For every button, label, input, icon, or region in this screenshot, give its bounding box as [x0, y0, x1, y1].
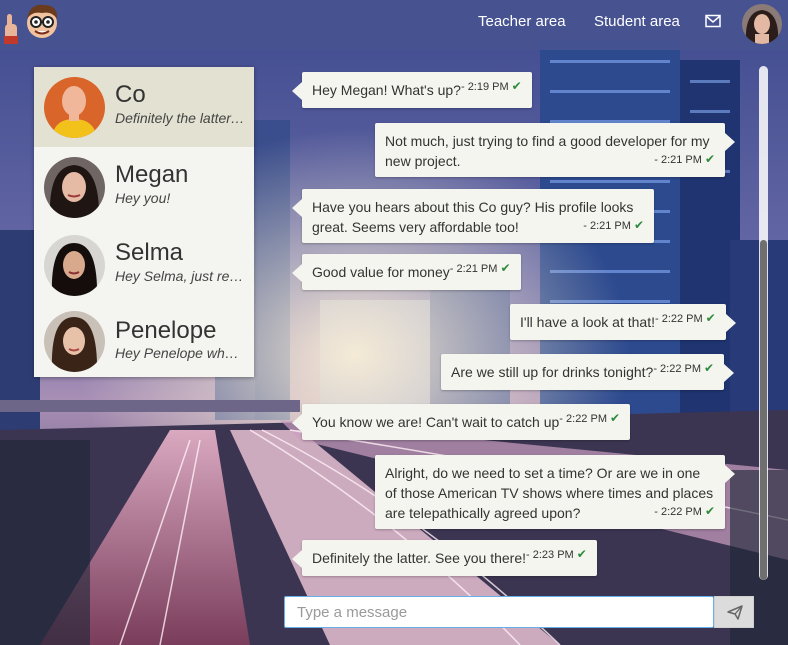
teacher-area-link[interactable]: Teacher area	[478, 13, 566, 31]
message-text: Hey Megan! What's up?	[312, 82, 461, 98]
paper-plane-icon	[727, 605, 743, 620]
message-text: I'll have a look at that!	[520, 314, 655, 330]
message-time: - 2:22 PM ✔	[654, 311, 716, 325]
message-bubble: Alright, do we need to set a time? Or ar…	[375, 455, 735, 529]
message-text: You know we are! Can't wait to catch up	[312, 414, 560, 430]
message-time: - 2:21 PM ✔	[654, 152, 715, 166]
message-time: - 2:22 PM ✔	[653, 361, 715, 375]
message-time: - 2:21 PM ✔	[449, 261, 511, 275]
read-check-icon: ✔	[511, 79, 522, 93]
message-input[interactable]	[284, 596, 714, 628]
read-check-icon: ✔	[633, 218, 644, 232]
message-bubble: Have you hears about this Co guy? His pr…	[292, 189, 654, 243]
contact-item-co[interactable]: Co Definitely the latter. See you there!	[34, 67, 254, 147]
read-check-icon: ✔	[704, 361, 715, 375]
contact-item-megan[interactable]: Megan Hey you!	[34, 147, 254, 227]
message-bubble: Hey Megan! What's up?- 2:19 PM ✔	[292, 72, 532, 108]
contact-last-message: Definitely the latter. See you there!	[115, 110, 245, 126]
scrollbar-thumb[interactable]	[760, 240, 767, 580]
avatar	[44, 77, 105, 138]
avatar	[44, 235, 105, 296]
message-bubble: Not much, just trying to find a good dev…	[375, 123, 735, 177]
avatar	[44, 157, 105, 218]
message-text: Good value for money	[312, 264, 450, 280]
student-area-link[interactable]: Student area	[594, 13, 680, 31]
read-check-icon: ✔	[704, 152, 715, 166]
contact-last-message: Hey Selma, just reminding you about toni…	[115, 268, 245, 284]
contact-last-message: Hey Penelope what's up?	[115, 345, 245, 361]
contact-name: Penelope	[115, 317, 217, 344]
contact-item-selma[interactable]: Selma Hey Selma, just reminding you abou…	[34, 227, 254, 307]
logo-face-icon[interactable]	[22, 1, 62, 41]
message-time: - 2:19 PM ✔	[460, 79, 522, 93]
read-check-icon: ✔	[576, 547, 587, 561]
message-bubble: Are we still up for drinks tonight?- 2:2…	[441, 354, 735, 390]
contact-name: Selma	[115, 239, 184, 266]
read-check-icon: ✔	[500, 261, 511, 275]
message-time: - 2:22 PM ✔	[654, 504, 715, 518]
send-button[interactable]	[714, 596, 754, 628]
read-check-icon: ✔	[705, 311, 716, 325]
avatar	[44, 311, 105, 372]
top-navbar: Teacher area Student area	[0, 0, 788, 50]
contact-name: Megan	[115, 161, 189, 188]
message-bubble: You know we are! Can't wait to catch up-…	[291, 404, 631, 440]
message-bubble: Definitely the latter. See you there!- 2…	[292, 540, 597, 576]
thumbs-up-icon	[4, 14, 18, 44]
envelope-icon[interactable]	[705, 14, 721, 28]
message-bubble: I'll have a look at that!- 2:22 PM ✔	[510, 304, 736, 340]
read-check-icon: ✔	[609, 411, 621, 425]
message-text: Are we still up for drinks tonight?	[451, 364, 654, 380]
user-avatar[interactable]	[742, 4, 782, 44]
message-text: Definitely the latter. See you there!	[312, 550, 527, 566]
contacts-list: Co Definitely the latter. See you there!…	[34, 67, 254, 377]
contact-name: Co	[115, 81, 146, 108]
read-check-icon: ✔	[704, 504, 715, 518]
message-time: - 2:23 PM ✔	[526, 547, 587, 561]
message-time: - 2:21 PM ✔	[583, 218, 644, 232]
message-time: - 2:22 PM ✔	[559, 411, 621, 425]
message-bubble: Good value for money- 2:21 PM ✔	[292, 254, 521, 290]
contact-item-penelope[interactable]: Penelope Hey Penelope what's up?	[34, 303, 254, 383]
contact-last-message: Hey you!	[115, 190, 171, 206]
